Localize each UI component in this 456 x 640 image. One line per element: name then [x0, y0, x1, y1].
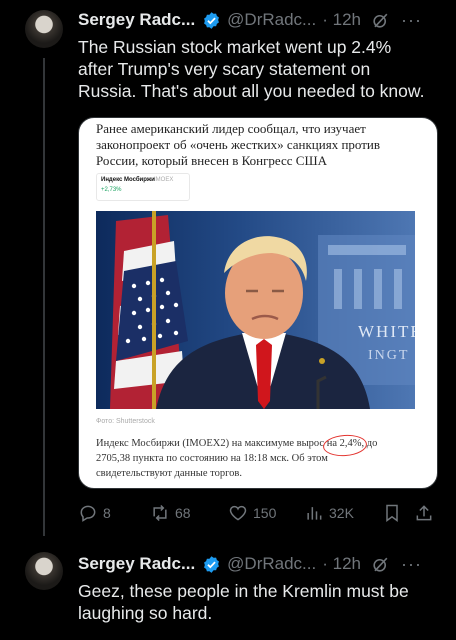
tweet-text-line: after Trump's very scary statement on — [78, 59, 371, 79]
tweet-text-line: laughing so hard. — [78, 603, 213, 623]
share-icon — [416, 505, 432, 521]
body-text-pre: Индекс Мосбиржи (IMOEX2) на максимуме вы… — [96, 438, 327, 449]
bookmark-button[interactable] — [382, 503, 402, 523]
author-handle[interactable]: @DrRadc... — [227, 554, 316, 574]
tweet-text-line: The Russian stock market went up 2.4% — [78, 37, 392, 57]
avatar[interactable] — [25, 10, 63, 48]
more-icon[interactable]: ··· — [401, 554, 422, 575]
article-body: Индекс Мосбиржи (IMOEX2) на максимуме вы… — [96, 433, 426, 481]
reply-count: 8 — [103, 505, 111, 521]
repost-count: 68 — [175, 505, 191, 521]
photo-credit: Фото: Shutterstock — [96, 418, 155, 425]
more-icon[interactable]: ··· — [401, 10, 422, 31]
circled-percentage: на 2,4% — [322, 433, 368, 458]
photo-sign-text: INGT — [368, 348, 409, 363]
action-bar: 8 68 150 32K — [78, 503, 438, 525]
photo-illustration: WHITE INGT — [96, 211, 415, 409]
author-handle[interactable]: @DrRadc... — [227, 10, 316, 30]
bookmark-icon — [386, 504, 398, 522]
body-line: Индекс Мосбиржи (IMOEX2) на максимуме вы… — [96, 433, 426, 458]
photo-sign-text: WHITE — [358, 322, 415, 341]
reply-button[interactable]: 8 — [78, 503, 111, 523]
tweet-header: Sergey Radc... @DrRadc... · 12h ··· — [78, 9, 422, 31]
headline-line: России, который внесен в Конгресс США — [96, 153, 327, 168]
tweet-text-line: Russia. That's about all you needed to k… — [78, 81, 425, 101]
widget-ticker: IMOEX — [154, 177, 174, 183]
share-button[interactable] — [414, 503, 434, 523]
repost-icon — [153, 504, 167, 522]
article-photo: WHITE INGT — [96, 211, 415, 409]
like-icon — [229, 505, 247, 521]
headline-line: законопроект об «очень жестких» санкциях… — [96, 137, 381, 152]
repost-button[interactable]: 68 — [150, 503, 191, 523]
body-line: 2705,38 пункта по состоянию на 18:18 мск… — [96, 453, 328, 464]
tweet-text-line: Geez, these people in the Kremlin must b… — [78, 581, 409, 601]
verified-badge-icon — [204, 11, 220, 29]
view-count: 32K — [329, 505, 354, 521]
thread-line — [43, 58, 45, 536]
views-icon — [307, 507, 322, 520]
headline-line: Ранее американский лидер сообщал, что из… — [96, 121, 366, 136]
tweet-header: Sergey Radc... @DrRadc... · 12h ··· — [78, 553, 422, 575]
author-name[interactable]: Sergey Radc... — [78, 554, 195, 574]
verified-badge-icon — [204, 555, 220, 573]
like-count: 150 — [253, 505, 277, 521]
widget-change: +2,73% — [101, 187, 122, 193]
media-card[interactable]: Ранее американский лидер сообщал, что из… — [78, 117, 438, 489]
timestamp[interactable]: · 12h — [322, 554, 361, 574]
article-headline: Ранее американский лидер сообщал, что из… — [96, 121, 426, 169]
reply-icon — [80, 505, 96, 522]
avatar[interactable] — [25, 552, 63, 590]
index-widget: Индекс Мосбиржи IMOEX +2,73% — [96, 173, 190, 201]
tweet-text: The Russian stock market went up 2.4% af… — [78, 36, 448, 102]
tweet-text: Geez, these people in the Kremlin must b… — [78, 580, 448, 624]
timestamp[interactable]: · 12h — [322, 10, 361, 30]
like-button[interactable]: 150 — [228, 503, 276, 523]
author-name[interactable]: Sergey Radc... — [78, 10, 195, 30]
views-button[interactable]: 32K — [304, 503, 354, 523]
widget-index-name: Индекс Мосбиржи — [101, 177, 155, 183]
grok-icon[interactable] — [371, 11, 390, 30]
grok-icon[interactable] — [371, 555, 390, 574]
body-line: свидетельствуют данные торгов. — [96, 468, 242, 479]
